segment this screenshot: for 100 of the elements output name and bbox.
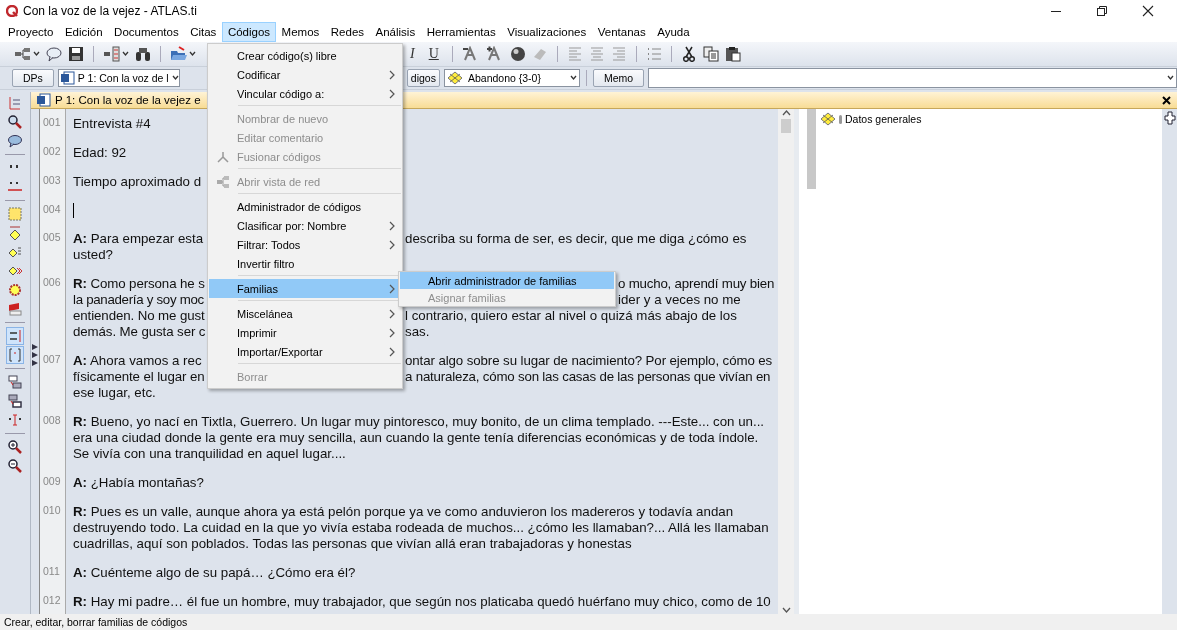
menu-item[interactable]: Ayuda: [651, 22, 696, 42]
chevron-icon: [389, 88, 395, 99]
menu-item[interactable]: Vincular código a:: [209, 84, 401, 103]
line-number: 004: [43, 203, 61, 215]
menu-item[interactable]: Invertir filtro: [209, 254, 401, 273]
text-line: a naturaleza, cómo son las casas de las personas que vivían en: [405, 369, 771, 385]
zoom-in-icon[interactable]: [7, 439, 23, 455]
word-document-icon: [37, 93, 51, 107]
text-line: físicamente el lugar en: [73, 369, 205, 385]
memo-combo-field[interactable]: [648, 68, 1177, 88]
close-icon[interactable]: [1142, 5, 1154, 17]
menu-item[interactable]: Visualizaciones: [501, 22, 593, 42]
underline-button[interactable]: U: [424, 46, 443, 62]
line-number: 012: [43, 594, 61, 606]
menu-item[interactable]: Proyecto: [2, 22, 60, 42]
open-folder-icon[interactable]: [170, 46, 188, 62]
menu-item[interactable]: Memos: [275, 22, 326, 42]
text-line: A: Cuénteme algo de su papá… ¿Cómo era él?: [73, 565, 356, 581]
dps-button[interactable]: DPs: [12, 69, 54, 87]
menu-item[interactable]: Crear código(s) libre: [209, 46, 401, 65]
text-line: R: Como persona he s: [73, 276, 205, 292]
menu-item[interactable]: Imprimir: [209, 323, 401, 342]
italic-button[interactable]: I: [406, 46, 419, 62]
memo-flag-icon[interactable]: [7, 301, 23, 317]
code-list-item[interactable]: Datos generales: [845, 113, 922, 125]
text-line: ider y a veces no me: [618, 292, 741, 308]
text-line: sas.: [405, 324, 430, 340]
window-arrow-icon[interactable]: [7, 393, 23, 409]
plus-outline-icon[interactable]: [1163, 111, 1176, 125]
text-line: cuadrillas, aquí son poblados. Todas las personas que vivían allá eran trabajadoras y honestas: [73, 536, 632, 552]
network-icon: [216, 174, 230, 189]
line-number: 002: [43, 145, 61, 157]
code-list-icon[interactable]: [7, 244, 23, 260]
line-number: 007: [43, 353, 61, 365]
scroll-down-icon[interactable]: [781, 606, 791, 614]
menu-item[interactable]: Importar/Exportar: [209, 342, 401, 361]
text-line: R: Hay mi padre… él fue un hombre, muy trabajador, que según nos platicaba quedó huérfano muy chico, como de 10: [73, 594, 771, 610]
binoculars-icon[interactable]: [135, 46, 151, 62]
copy-icon[interactable]: [702, 46, 719, 62]
codes-button[interactable]: digos: [406, 69, 440, 87]
network-icon[interactable]: [14, 46, 32, 62]
save-icon[interactable]: [68, 46, 84, 62]
menu-item[interactable]: Edición: [58, 22, 109, 42]
chevron-icon: [389, 239, 395, 250]
zoom-out-icon[interactable]: [7, 458, 23, 474]
close-icon[interactable]: [1162, 95, 1171, 105]
cut-icon[interactable]: [680, 46, 697, 62]
text-line: usted?: [73, 247, 113, 263]
window-title: Con la voz de la vejez - ATLAS.ti: [23, 4, 197, 18]
speech-bubble-icon[interactable]: [7, 133, 23, 149]
menu-item[interactable]: Administrador de códigos: [209, 197, 401, 216]
code-select[interactable]: Abandono {3-0}: [443, 69, 580, 87]
text-line: Edad: 92: [73, 145, 127, 161]
chevron-icon: [389, 327, 395, 338]
line-number: 003: [43, 174, 61, 186]
menu-item[interactable]: Citas: [184, 22, 223, 42]
code-down-icon[interactable]: [7, 225, 23, 241]
search-icon[interactable]: [7, 114, 23, 130]
margin-brackets-icon[interactable]: [7, 347, 23, 363]
scroll-up-icon[interactable]: [781, 109, 791, 117]
text-line: ese lugar, etc.: [73, 385, 156, 401]
chevron-icon: [389, 346, 395, 357]
line-numbers-icon[interactable]: [7, 328, 23, 344]
chevron-icon: [389, 69, 395, 80]
margin-arrows-icon: [32, 343, 38, 367]
menu-item[interactable]: Filtrar: Todos: [209, 235, 401, 254]
menu-item[interactable]: Análisis: [369, 22, 422, 42]
text-line: destruyendo todo. La cuidad en la que yo vivía estaba rodeada de muchos... ¿cómo les llamaban?... Allá les llamaban: [73, 520, 769, 536]
text-line: l contrario, quiero estar al nivel o quizá más abajo de los: [405, 308, 737, 324]
menu-item[interactable]: Documentos: [108, 22, 185, 42]
menu-item[interactable]: Redes: [324, 22, 371, 42]
restore-icon[interactable]: [1096, 5, 1108, 17]
menu-item[interactable]: Códigos: [221, 22, 277, 42]
text-line: ontar algo sobre su lugar de nacimiento? Por ejemplo, cómo es: [405, 353, 773, 369]
line-number: 010: [43, 504, 61, 516]
menu-item[interactable]: Herramientas: [420, 22, 502, 42]
menu-item[interactable]: Clasificar por: Nombre: [209, 216, 401, 235]
paste-icon[interactable]: [724, 46, 741, 62]
menu-item[interactable]: Codificar: [209, 65, 401, 84]
menu-item[interactable]: Familias: [209, 279, 401, 298]
menu-item[interactable]: Abrir administrador de familias: [400, 272, 614, 289]
list-node-icon[interactable]: [103, 46, 121, 62]
memo-button[interactable]: Memo: [592, 69, 645, 87]
chevron-icon: [389, 308, 395, 319]
merge-icon: [216, 149, 230, 164]
menu-item[interactable]: Miscelánea: [209, 304, 401, 323]
text-line: Se vivía con una tranquilidad en aquel lugar....: [73, 446, 346, 462]
text-line: entienden. No me gust: [73, 308, 205, 324]
window-arrow-icon[interactable]: [7, 374, 23, 390]
ball-icon[interactable]: [509, 46, 526, 62]
chevron-icon: [389, 283, 395, 294]
text-line: era una ciudad donde la gente era muy sencilla, aun cuando la gente tenía diferencias económicas y de toda índole.: [73, 430, 759, 446]
menu-item[interactable]: Ventanas: [591, 22, 652, 42]
speech-bubble-icon[interactable]: [46, 46, 62, 62]
document-select[interactable]: P 1: Con la voz de l: [57, 69, 180, 87]
text-line: describa su forma de ser, es decir, que me diga ¿cómo es: [405, 231, 747, 247]
scrollbar-thumb[interactable]: [781, 119, 791, 133]
word-document-icon: [60, 71, 75, 85]
line-number: 011: [43, 565, 60, 577]
app-logo-icon: [6, 5, 18, 17]
